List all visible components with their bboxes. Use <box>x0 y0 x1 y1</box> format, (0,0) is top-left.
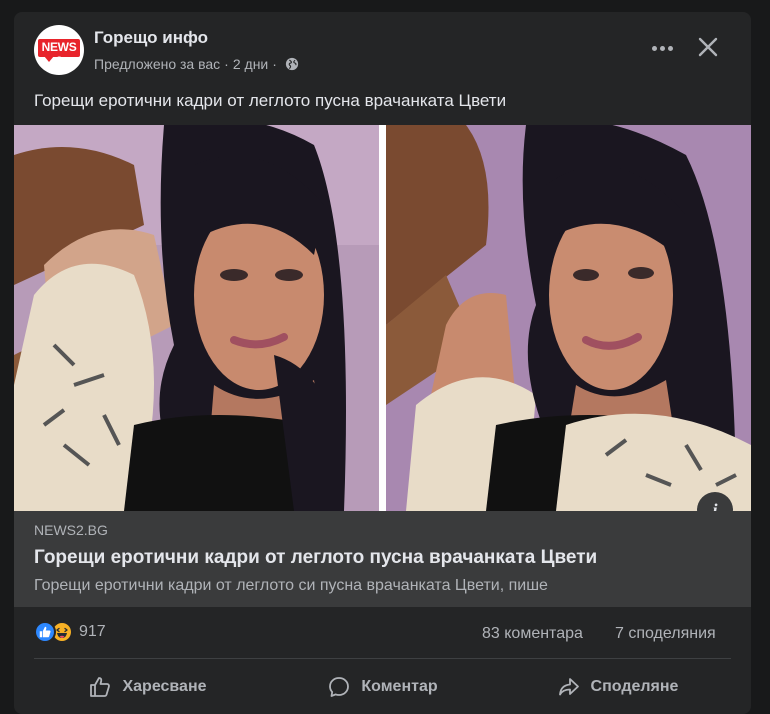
page-avatar[interactable]: NEWS 2 <box>34 25 84 75</box>
post-media[interactable] <box>14 125 751 511</box>
actions-divider <box>34 658 731 659</box>
post-time[interactable]: 2 дни <box>233 56 268 72</box>
like-label: Харесване <box>122 678 207 695</box>
share-button[interactable]: Споделяне <box>500 666 735 708</box>
comment-bubble-icon <box>329 677 350 697</box>
news2-logo-text: NEWS 2 <box>41 40 77 68</box>
like-button[interactable]: Харесване <box>30 666 265 708</box>
logo-speech-tail <box>44 56 54 62</box>
link-title[interactable]: Горещи еротични кадри от леглото пусна в… <box>34 547 597 569</box>
link-description: Горещи еротични кадри от леглото си пусн… <box>34 577 548 594</box>
link-domain: NEWS2.BG <box>34 522 108 538</box>
thumbs-up-icon <box>90 677 111 697</box>
comment-button[interactable]: Коментар <box>265 666 500 708</box>
more-options-button[interactable] <box>644 34 680 62</box>
shares-count[interactable]: 7 споделяния <box>615 625 716 643</box>
close-icon[interactable] <box>690 32 726 64</box>
meta-separator: · <box>272 56 277 72</box>
reactions-count: 917 <box>79 623 106 640</box>
like-icon <box>34 621 56 643</box>
post-text: Горещи еротични кадри от леглото пусна в… <box>34 91 507 110</box>
share-label: Споделяне <box>590 678 679 695</box>
post-stats: 917 83 коментара 7 споделяния <box>14 615 751 651</box>
globe-icon <box>285 57 299 71</box>
comment-label: Коментар <box>361 678 438 695</box>
post-meta: Предложено за вас · 2 дни · <box>94 56 299 72</box>
post-photo-right[interactable] <box>386 125 751 511</box>
suggested-label: Предложено за вас <box>94 56 221 72</box>
post-header: NEWS 2 Горещо инфо Предложено за вас · 2… <box>14 12 751 84</box>
link-preview[interactable]: NEWS2.BG Горещи еротични кадри от леглот… <box>14 511 751 607</box>
post-actions: Харесване Коментар Споделяне <box>14 666 751 708</box>
news2-logo: NEWS 2 <box>38 39 80 68</box>
page-name[interactable]: Горещо инфо <box>94 28 208 48</box>
reactions-summary[interactable]: 917 <box>34 621 106 643</box>
meta-separator: · <box>224 56 229 72</box>
share-arrow-icon <box>558 678 579 696</box>
post-card: NEWS 2 Горещо инфо Предложено за вас · 2… <box>14 12 751 714</box>
post-photo-left[interactable] <box>14 125 379 511</box>
comments-count[interactable]: 83 коментара <box>482 625 583 643</box>
